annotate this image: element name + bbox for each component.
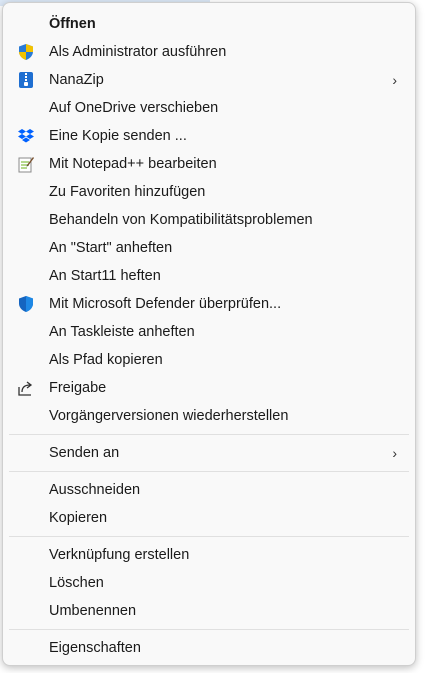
menu-item-label: Behandeln von Kompatibilitätsproblemen xyxy=(49,212,313,228)
menu-item-cut[interactable]: Ausschneiden xyxy=(7,476,411,504)
menu-item-troubleshoot-compat[interactable]: Behandeln von Kompatibilitätsproblemen xyxy=(7,206,411,234)
menu-item-label: Kopieren xyxy=(49,510,108,526)
menu-item-add-favorites[interactable]: Zu Favoriten hinzufügen xyxy=(7,178,411,206)
menu-item-edit-notepadpp[interactable]: Mit Notepad++ bearbeiten xyxy=(7,150,411,178)
menu-item-copy-as-path[interactable]: Als Pfad kopieren xyxy=(7,346,411,374)
menu-item-label: Senden an xyxy=(49,445,120,461)
menu-item-label: Löschen xyxy=(49,575,104,591)
menu-item-label: Eigenschaften xyxy=(49,640,141,656)
menu-separator xyxy=(9,629,409,630)
menu-separator xyxy=(9,434,409,435)
uac-shield-icon xyxy=(17,43,35,61)
menu-item-pin-start[interactable]: An "Start" anheften xyxy=(7,234,411,262)
menu-item-label: Ausschneiden xyxy=(49,482,141,498)
chevron-right-icon: › xyxy=(392,72,397,88)
menu-item-copy[interactable]: Kopieren xyxy=(7,504,411,532)
chevron-right-icon: › xyxy=(392,445,397,461)
menu-item-rename[interactable]: Umbenennen xyxy=(7,597,411,625)
menu-item-properties[interactable]: Eigenschaften xyxy=(7,634,411,662)
menu-item-label: Öffnen xyxy=(49,16,96,32)
menu-item-label: Als Pfad kopieren xyxy=(49,352,163,368)
menu-item-label: NanaZip xyxy=(49,72,104,88)
menu-item-label: Zu Favoriten hinzufügen xyxy=(49,184,206,200)
menu-item-label: Verknüpfung erstellen xyxy=(49,547,190,563)
menu-item-label: Umbenennen xyxy=(49,603,137,619)
menu-item-label: Als Administrator ausführen xyxy=(49,44,227,60)
menu-item-pin-taskbar[interactable]: An Taskleiste anheften xyxy=(7,318,411,346)
menu-item-label: Mit Notepad++ bearbeiten xyxy=(49,156,217,172)
menu-item-open[interactable]: Öffnen xyxy=(7,10,411,38)
menu-item-defender-scan[interactable]: Mit Microsoft Defender überprüfen... xyxy=(7,290,411,318)
share-icon xyxy=(17,379,35,397)
defender-shield-icon xyxy=(17,295,35,313)
nanazip-icon xyxy=(17,71,35,89)
menu-item-label: An "Start" anheften xyxy=(49,240,173,256)
menu-item-send-copy[interactable]: Eine Kopie senden ... xyxy=(7,122,411,150)
menu-item-create-shortcut[interactable]: Verknüpfung erstellen xyxy=(7,541,411,569)
dropbox-icon xyxy=(17,127,35,145)
menu-item-run-as-admin[interactable]: Als Administrator ausführen xyxy=(7,38,411,66)
menu-item-label: An Taskleiste anheften xyxy=(49,324,195,340)
menu-separator xyxy=(9,471,409,472)
menu-item-restore-previous[interactable]: Vorgängerversionen wiederherstellen xyxy=(7,402,411,430)
context-menu: Öffnen Als Administrator ausführen NanaZ… xyxy=(2,2,416,666)
menu-item-label: Freigabe xyxy=(49,380,107,396)
menu-item-send-to[interactable]: Senden an › xyxy=(7,439,411,467)
menu-item-share[interactable]: Freigabe xyxy=(7,374,411,402)
menu-item-label: Mit Microsoft Defender überprüfen... xyxy=(49,296,282,312)
menu-item-label: Vorgängerversionen wiederherstellen xyxy=(49,408,289,424)
menu-item-delete[interactable]: Löschen xyxy=(7,569,411,597)
notepadpp-icon xyxy=(17,155,35,173)
menu-separator xyxy=(9,536,409,537)
menu-item-label: Eine Kopie senden ... xyxy=(49,128,187,144)
menu-item-nanazip[interactable]: NanaZip › xyxy=(7,66,411,94)
menu-item-move-to-onedrive[interactable]: Auf OneDrive verschieben xyxy=(7,94,411,122)
menu-item-label: An Start11 heften xyxy=(49,268,161,284)
menu-item-pin-start11[interactable]: An Start11 heften xyxy=(7,262,411,290)
menu-item-label: Auf OneDrive verschieben xyxy=(49,100,219,116)
